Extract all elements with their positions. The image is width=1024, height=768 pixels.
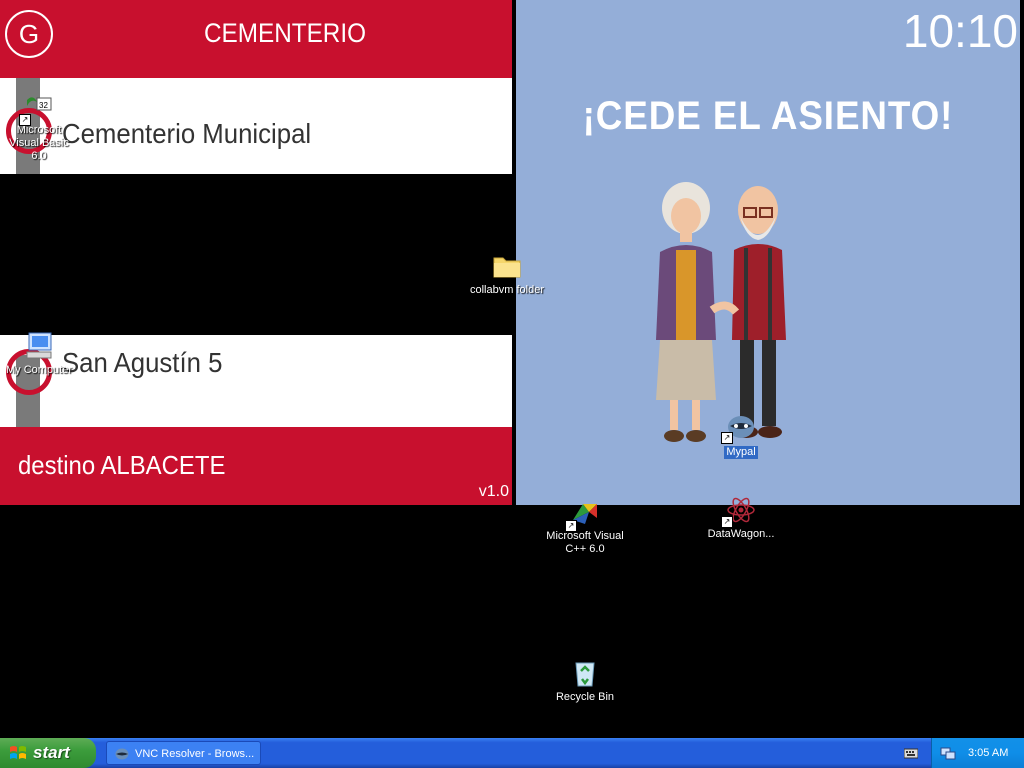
- visual-basic-icon: 32 ↗: [19, 92, 55, 126]
- vcpp-label: Microsoft Visual C++ 6.0: [546, 530, 624, 555]
- windows-flag-icon: [10, 746, 26, 759]
- collabvm-folder-label: collabvm folder: [470, 284, 544, 296]
- vb6-label: Microsoft Visual Basic 6.0: [9, 124, 69, 162]
- route-title: CEMENTERIO: [203, 18, 366, 48]
- taskbar-button-label: VNC Resolver - Brows...: [135, 748, 255, 760]
- datawagon-shortcut[interactable]: ↗ DataWagon...: [696, 494, 786, 541]
- datawagon-label: DataWagon...: [707, 528, 775, 540]
- folder-icon: [491, 250, 523, 282]
- shortcut-arrow-icon: ↗: [19, 114, 31, 126]
- start-button[interactable]: start: [0, 738, 96, 768]
- mypal-raccoon-icon: [115, 748, 129, 760]
- shortcut-arrow-icon: ↗: [565, 520, 577, 532]
- keyboard-layout-icon[interactable]: [904, 747, 918, 759]
- vcpp-shortcut[interactable]: ↗ Microsoft Visual C++ 6.0: [540, 498, 630, 556]
- display-clock: 10:10: [902, 5, 1018, 57]
- shortcut-arrow-icon: ↗: [721, 516, 733, 528]
- taskbar-clock[interactable]: 3:05 AM: [968, 738, 1008, 768]
- shortcut-arrow-icon: ↗: [721, 432, 733, 444]
- stop-name: San Agustín 5: [62, 347, 223, 378]
- destination-label: destino ALBACETE: [18, 450, 226, 480]
- route-header: G CEMENTERIO: [0, 0, 512, 78]
- vb6-shortcut[interactable]: 32 ↗ Microsoft Visual Basic 6.0: [0, 92, 84, 163]
- mypal-label: Mypal: [724, 446, 758, 459]
- stop-name: Cementerio Municipal: [62, 118, 312, 149]
- mypal-raccoon-icon: ↗: [721, 410, 757, 444]
- my-computer-shortcut[interactable]: My Computer: [0, 330, 84, 377]
- start-label: start: [33, 743, 70, 762]
- system-tray: 3:05 AM: [931, 738, 1024, 768]
- taskbar-button-vnc-resolver[interactable]: VNC Resolver - Brows...: [106, 741, 261, 765]
- route-letter-badge: G: [5, 10, 53, 58]
- my-computer-icon: [23, 330, 55, 362]
- ad-headline: ¡CEDE EL ASIENTO!: [582, 94, 954, 138]
- svg-text:32: 32: [39, 101, 48, 110]
- destination-bar: destino ALBACETE v1.0: [0, 427, 512, 505]
- my-computer-label: My Computer: [5, 364, 73, 376]
- recycle-bin-label: Recycle Bin: [555, 691, 615, 703]
- bus-route-display: G CEMENTERIO Cementerio Municipal San Ag…: [0, 0, 512, 505]
- collabvm-folder-shortcut[interactable]: collabvm folder: [462, 250, 552, 297]
- mypal-shortcut[interactable]: ↗ Mypal: [696, 410, 786, 459]
- recycle-bin-icon: [569, 657, 601, 689]
- recycle-bin-shortcut[interactable]: Recycle Bin: [540, 657, 630, 704]
- taskbar: start VNC Resolver - Brows... 3:05 AM: [0, 738, 1024, 768]
- network-icon[interactable]: [940, 745, 956, 761]
- version-label: v1.0: [478, 483, 509, 500]
- visual-cpp-icon: ↗: [565, 498, 601, 532]
- datawagon-atom-icon: ↗: [721, 494, 757, 528]
